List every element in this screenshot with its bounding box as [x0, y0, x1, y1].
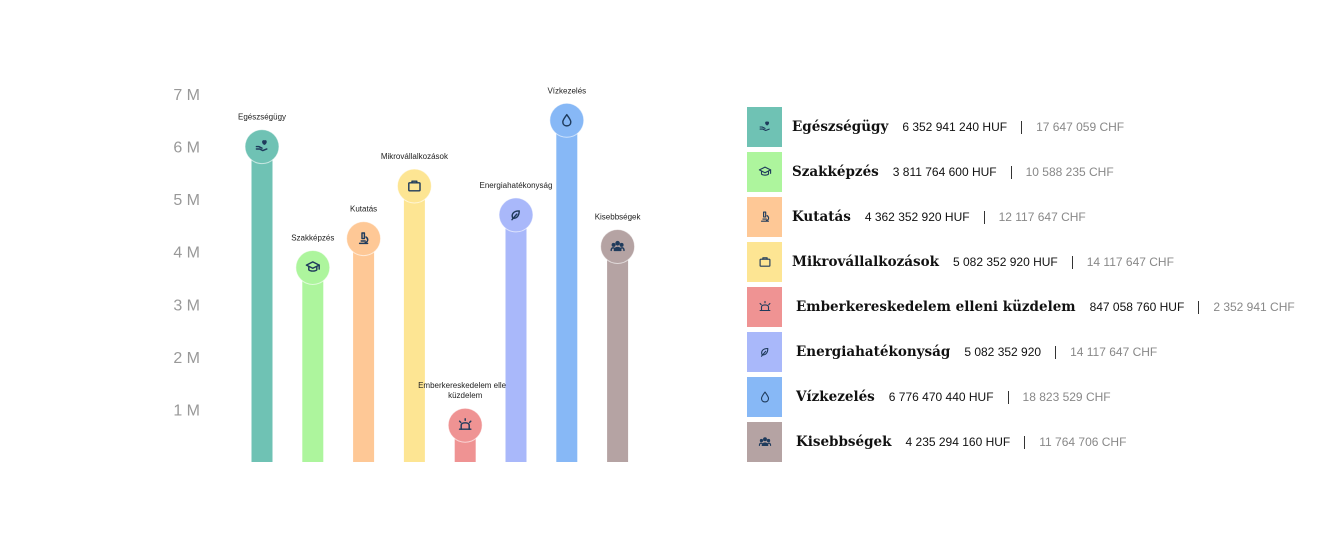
legend-swatch	[747, 242, 782, 282]
legend-separator	[1055, 345, 1057, 359]
bar-category-label: Kisebbségek	[595, 212, 642, 221]
legend-swatch	[747, 287, 782, 327]
people-icon	[758, 437, 771, 447]
legend-name: Egészségügy	[792, 119, 889, 135]
legend-separator	[983, 210, 985, 224]
bar-category-label: Szakképzés	[291, 233, 334, 242]
legend-swatch	[747, 152, 782, 192]
bar-chart: 1 M 2 M 3 M 4 M 5 M 6 M 7 M Egészségügy Szakkép…	[173, 86, 642, 463]
legend-huf-amount: 4 362 352 920 HUF	[864, 210, 970, 224]
legend-swatch	[747, 332, 782, 372]
siren-icon	[759, 300, 770, 312]
leaf-icon	[760, 347, 768, 357]
y-tick-label: 6 M	[173, 140, 200, 157]
legend-chf-amount: 17 647 059 CHF	[1036, 120, 1125, 134]
legend-swatch	[747, 377, 782, 417]
legend-huf-amount: 4 235 294 160 HUF	[905, 435, 1011, 449]
legend-huf-amount: 6 776 470 440 HUF	[888, 390, 994, 404]
bar	[556, 120, 578, 463]
legend-item: Kutatás 4 362 352 920 HUF 12 117 647 CHF	[747, 197, 1307, 237]
y-axis-ticks: 1 M 2 M 3 M 4 M 5 M 6 M 7 M	[173, 87, 200, 419]
y-tick-label: 1 M	[173, 402, 200, 419]
legend-item: Szakképzés 3 811 764 600 HUF 10 588 235 …	[747, 152, 1307, 192]
legend-separator	[1010, 165, 1012, 179]
legend-swatch	[747, 197, 782, 237]
hand-heart-icon	[759, 121, 770, 132]
legend-chf-amount: 10 588 235 CHF	[1025, 165, 1114, 179]
bar-category-label: Vízkezelés	[547, 86, 586, 95]
legend: Egészségügy 6 352 941 240 HUF 17 647 059…	[747, 107, 1307, 467]
briefcase-icon	[759, 257, 770, 267]
legend-name: Mikrovállalkozások	[792, 254, 939, 270]
legend-item: Kisebbségek 4 235 294 160 HUF 11 764 706…	[747, 422, 1307, 462]
legend-chf-amount: 12 117 647 CHF	[998, 210, 1086, 224]
legend-item: Energiahatékonyság 5 082 352 920 14 117 …	[747, 332, 1307, 372]
legend-name: Kutatás	[792, 209, 851, 225]
legend-item: Egészségügy 6 352 941 240 HUF 17 647 059…	[747, 107, 1307, 147]
legend-name: Kisebbségek	[796, 434, 892, 450]
legend-chf-amount: 2 352 941 CHF	[1213, 300, 1295, 314]
bar	[607, 246, 629, 462]
bar-cap	[447, 407, 483, 443]
bar-category-label: Energiahatékonyság	[480, 181, 553, 190]
legend-chf-amount: 11 764 706 CHF	[1039, 435, 1127, 449]
legend-item: Vízkezelés 6 776 470 440 HUF 18 823 529 …	[747, 377, 1307, 417]
bar	[302, 267, 324, 462]
legend-swatch	[747, 422, 782, 462]
legend-separator	[1024, 435, 1026, 449]
legend-huf-amount: 6 352 941 240 HUF	[902, 120, 1008, 134]
legend-item: Emberkereskedelem elleni küzdelem 847 05…	[747, 287, 1307, 327]
bar-cap	[396, 168, 432, 204]
legend-huf-amount: 847 058 760 HUF	[1089, 300, 1185, 314]
legend-huf-amount: 3 811 764 600 HUF	[892, 165, 997, 179]
legend-item: Mikrovállalkozások 5 082 352 920 HUF 14 …	[747, 242, 1307, 282]
legend-name: Szakképzés	[792, 164, 879, 180]
legend-huf-amount: 5 082 352 920 HUF	[953, 255, 1058, 269]
y-tick-label: 2 M	[173, 350, 200, 367]
bar	[505, 214, 527, 462]
y-tick-label: 4 M	[173, 245, 200, 262]
bar-category-label: Kutatás	[350, 205, 377, 214]
bar	[353, 238, 375, 462]
microscope-icon	[760, 211, 769, 222]
legend-swatch	[747, 107, 782, 147]
graduation-cap-icon	[758, 166, 771, 176]
bar-category-label: Emberkereskedelem elleni	[418, 381, 512, 390]
bar-category-label: küzdelem	[448, 391, 483, 400]
y-tick-label: 5 M	[173, 192, 200, 209]
bar-cap	[549, 102, 585, 138]
bars: Egészségügy Szakképzés Kutatás Mikrovállalk…	[238, 86, 642, 463]
legend-name: Vízkezelés	[796, 389, 875, 405]
bar	[403, 186, 425, 462]
bar-category-label: Egészségügy	[238, 113, 286, 122]
legend-chf-amount: 18 823 529 CHF	[1022, 390, 1111, 404]
legend-separator	[1007, 390, 1009, 404]
bar-cap	[600, 228, 636, 264]
legend-chf-amount: 14 117 647 CHF	[1070, 345, 1158, 359]
legend-separator	[1198, 300, 1200, 314]
bar-category-label: Mikrovállalkozások	[381, 152, 449, 161]
y-tick-label: 7 M	[173, 87, 200, 104]
water-drop-icon	[760, 391, 769, 403]
bar	[251, 146, 273, 463]
legend-name: Energiahatékonyság	[796, 344, 951, 360]
legend-separator	[1021, 120, 1023, 134]
legend-separator	[1071, 255, 1073, 269]
bar-cap	[244, 129, 280, 165]
legend-huf-amount: 5 082 352 920	[964, 345, 1042, 359]
y-tick-label: 3 M	[173, 297, 200, 314]
legend-name: Emberkereskedelem elleni küzdelem	[796, 299, 1076, 315]
legend-chf-amount: 14 117 647 CHF	[1086, 255, 1174, 269]
